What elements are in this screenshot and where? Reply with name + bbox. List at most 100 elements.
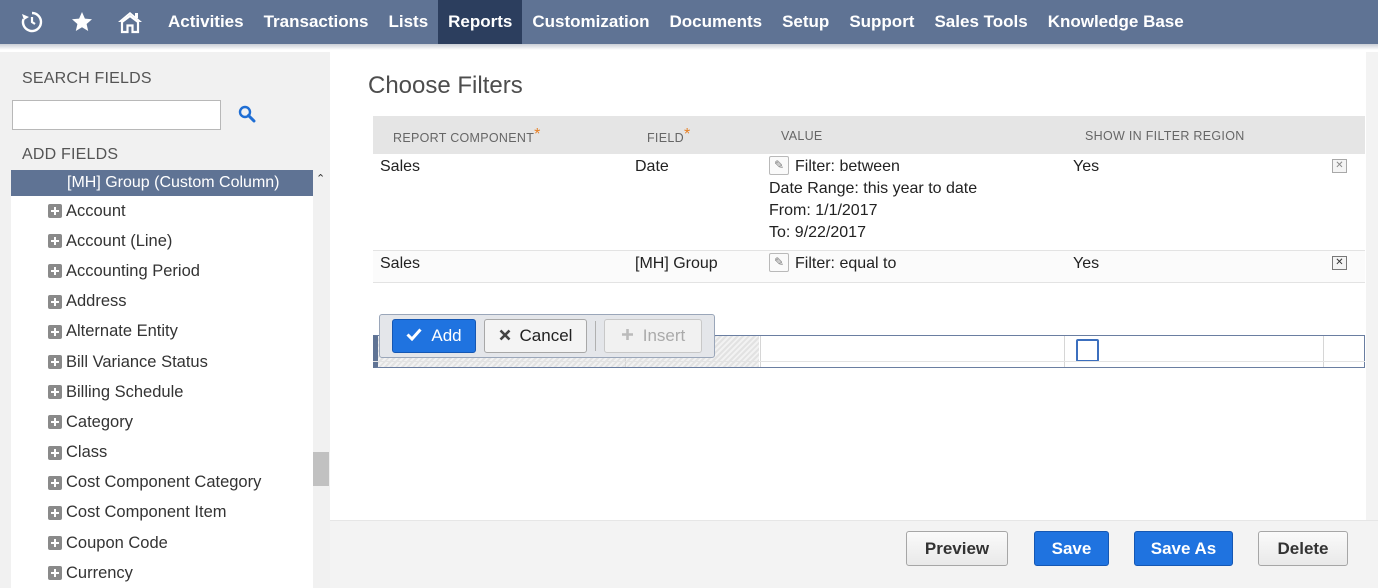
- remove-row-icon[interactable]: ✕: [1332, 256, 1347, 270]
- cell-divider: [760, 336, 761, 367]
- list-item[interactable]: Coupon Code: [11, 528, 313, 558]
- expand-plus-icon[interactable]: [48, 475, 62, 490]
- list-item[interactable]: Bill Variance Status: [11, 347, 313, 377]
- edit-pencil-icon[interactable]: ✎: [769, 253, 789, 272]
- edit-pencil-icon[interactable]: ✎: [769, 156, 789, 175]
- save-as-button[interactable]: Save As: [1134, 531, 1233, 566]
- field-sidebar: SEARCH FIELDS ADD FIELDS [MH] Group (Cus…: [0, 52, 330, 588]
- list-item[interactable]: Category: [11, 407, 313, 437]
- column-header-component: REPORT COMPONENT*: [393, 126, 541, 145]
- list-item[interactable]: Alternate Entity: [11, 317, 313, 347]
- insert-button-label: Insert: [642, 326, 686, 345]
- list-item[interactable]: Class: [11, 438, 313, 468]
- search-icon[interactable]: [236, 102, 258, 126]
- expand-plus-icon[interactable]: [48, 536, 62, 551]
- remove-row-icon[interactable]: ✕: [1332, 159, 1347, 173]
- selected-field-label: [MH] Group (Custom Column): [67, 174, 280, 191]
- list-item[interactable]: Account: [11, 196, 313, 226]
- table-bottom-border: [373, 361, 1365, 362]
- expand-plus-icon[interactable]: [48, 294, 62, 309]
- table-row[interactable]: Sales Date ✎ Filter: between Date Range: …: [373, 154, 1365, 251]
- expand-plus-icon[interactable]: [48, 505, 62, 520]
- recent-history-icon[interactable]: [0, 0, 62, 44]
- list-item[interactable]: Accounting Period: [11, 256, 313, 286]
- nav-support[interactable]: Support: [839, 0, 924, 44]
- row-show-in-filter: Yes: [1073, 255, 1100, 272]
- nav-activities[interactable]: Activities: [158, 0, 254, 44]
- page-title: Choose Filters: [368, 72, 523, 99]
- row-field: [MH] Group: [635, 255, 718, 272]
- selected-field-group[interactable]: [MH] Group (Custom Column): [11, 170, 313, 196]
- list-item-label: Currency: [66, 563, 133, 582]
- row-show-in-filter: Yes: [1073, 158, 1100, 175]
- nav-reports[interactable]: Reports: [438, 0, 523, 44]
- star-icon[interactable]: [62, 0, 102, 44]
- list-item[interactable]: Address: [11, 287, 313, 317]
- nav-customization[interactable]: Customization: [522, 0, 659, 44]
- list-item[interactable]: Currency: [11, 558, 313, 588]
- list-item-label: Cost Component Category: [66, 473, 262, 492]
- list-item[interactable]: Billing Schedule: [11, 377, 313, 407]
- required-star: *: [534, 126, 541, 143]
- close-icon: [499, 326, 511, 346]
- list-item-label: Bill Variance Status: [66, 352, 208, 371]
- expand-plus-icon[interactable]: [48, 264, 62, 279]
- column-header-show: SHOW IN FILTER REGION: [1085, 129, 1245, 143]
- scroll-up-caret-icon[interactable]: ⌃: [316, 172, 325, 185]
- table-header: REPORT COMPONENT* FIELD* VALUE SHOW IN F…: [373, 116, 1365, 154]
- top-navigation-bar: Activities Transactions Lists Reports Cu…: [0, 0, 1378, 44]
- save-button[interactable]: Save: [1034, 531, 1109, 566]
- list-item-label: Class: [66, 443, 108, 462]
- nav-lists[interactable]: Lists: [378, 0, 438, 44]
- expand-plus-icon[interactable]: [48, 415, 62, 430]
- list-item[interactable]: Cost Component Category: [11, 468, 313, 498]
- add-button-label: Add: [431, 326, 462, 345]
- preview-button[interactable]: Preview: [906, 531, 1008, 566]
- right-gutter: [1366, 52, 1378, 520]
- row-field: Date: [635, 158, 669, 175]
- cancel-button[interactable]: Cancel: [484, 319, 587, 353]
- list-item[interactable]: Account (Line): [11, 226, 313, 256]
- expand-plus-icon[interactable]: [48, 445, 62, 460]
- add-button[interactable]: Add: [392, 319, 476, 353]
- row-component: Sales: [380, 255, 421, 272]
- nav-documents[interactable]: Documents: [660, 0, 773, 44]
- expand-plus-icon[interactable]: [48, 234, 62, 249]
- row-value: ✎ Filter: between Date Range: this year t…: [769, 156, 978, 241]
- list-item-label: Cost Component Item: [66, 503, 227, 522]
- delete-button[interactable]: Delete: [1258, 531, 1348, 566]
- list-item-label: Coupon Code: [66, 533, 168, 552]
- sidebar-scroll-thumb[interactable]: [313, 452, 329, 486]
- table-row[interactable]: Sales [MH] Group ✎ Filter: equal to Yes ✕: [373, 251, 1365, 283]
- plus-icon: [621, 326, 634, 346]
- expand-plus-icon[interactable]: [48, 385, 62, 400]
- footer-actions: Preview Save Save As Delete: [330, 520, 1378, 588]
- expand-plus-icon[interactable]: [48, 204, 62, 219]
- home-icon[interactable]: [102, 0, 158, 44]
- expand-plus-icon[interactable]: [48, 566, 62, 581]
- row-component: Sales: [380, 158, 421, 175]
- checkmark-icon: [406, 326, 422, 346]
- search-fields-input[interactable]: [12, 100, 221, 130]
- list-item-label: Account (Line): [66, 231, 173, 250]
- nav-setup[interactable]: Setup: [772, 0, 839, 44]
- column-header-field: FIELD*: [647, 126, 691, 145]
- nav-sales-tools[interactable]: Sales Tools: [924, 0, 1037, 44]
- button-separator: [595, 321, 596, 351]
- add-fields-heading: ADD FIELDS: [22, 146, 119, 163]
- required-star: *: [683, 126, 691, 143]
- show-in-filter-checkbox[interactable]: [1076, 339, 1099, 362]
- row-value: ✎ Filter: equal to: [769, 253, 896, 275]
- insert-button[interactable]: Insert: [604, 319, 702, 353]
- sidebar-scrollbar[interactable]: [313, 170, 329, 588]
- list-item-label: Account: [66, 201, 126, 220]
- nav-knowledge-base[interactable]: Knowledge Base: [1038, 0, 1194, 44]
- cancel-button-label: Cancel: [519, 326, 573, 345]
- row-edit-buttons: Add Cancel Insert: [379, 314, 715, 358]
- expand-plus-icon[interactable]: [48, 324, 62, 339]
- search-fields-heading: SEARCH FIELDS: [22, 70, 152, 87]
- nav-transactions[interactable]: Transactions: [254, 0, 379, 44]
- cell-divider: [1323, 336, 1324, 367]
- expand-plus-icon[interactable]: [48, 355, 62, 370]
- list-item[interactable]: Cost Component Item: [11, 498, 313, 528]
